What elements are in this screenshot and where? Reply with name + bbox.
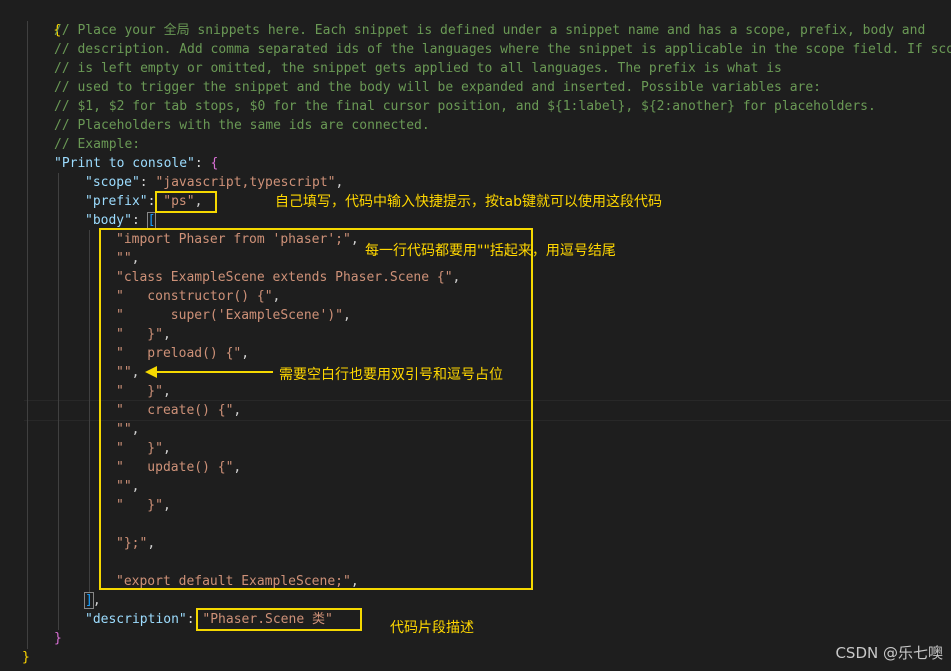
comment-line: // $1, $2 for tab stops, $0 for the fina… bbox=[54, 99, 876, 114]
arrow-line bbox=[155, 371, 273, 373]
body-close-bracket: ] bbox=[84, 592, 94, 609]
code-line: } bbox=[54, 629, 62, 648]
body-open-bracket: [ bbox=[146, 212, 157, 229]
comment-line: // used to trigger the snippet and the b… bbox=[54, 80, 822, 95]
body-close-line: ], bbox=[84, 592, 101, 609]
prefix-key: "prefix" bbox=[85, 194, 148, 209]
code-line: } bbox=[22, 648, 30, 667]
code-line: { bbox=[22, 2, 61, 38]
watermark: CSDN @乐七噢 bbox=[835, 644, 943, 662]
indent-guide bbox=[89, 230, 90, 592]
description-key: "description" bbox=[85, 612, 187, 627]
indent-guide bbox=[58, 173, 59, 630]
snippet-open-brace: { bbox=[210, 156, 219, 171]
snippet-name-line: "Print to console": { bbox=[54, 156, 219, 171]
empty-line-annotation: 需要空白行也要用双引号和逗号占位 bbox=[279, 367, 503, 383]
body-annotation: 每一行代码都要用""括起来，用逗号结尾 bbox=[365, 243, 616, 259]
comment-line: // Example: bbox=[54, 137, 141, 152]
indent-guide bbox=[27, 21, 28, 649]
body-highlight-box bbox=[99, 228, 533, 590]
comment-line: // description. Add comma separated ids … bbox=[54, 42, 951, 57]
description-highlight-box bbox=[196, 608, 362, 631]
prefix-highlight-box bbox=[155, 191, 217, 213]
comment-line: // Placeholders with the same ids are co… bbox=[54, 118, 430, 133]
comment-line: // is left empty or omitted, the snippet… bbox=[54, 61, 782, 76]
scope-value: "javascript,typescript" bbox=[155, 175, 336, 190]
snippet-name-key: "Print to console" bbox=[54, 156, 195, 171]
comment-line: // Place your 全局 snippets here. Each sni… bbox=[54, 23, 926, 38]
prefix-annotation: 自己填写，代码中输入快捷提示，按tab键就可以使用这段代码 bbox=[275, 194, 662, 210]
close-brace: } bbox=[22, 650, 30, 665]
snippet-close-brace: } bbox=[54, 631, 62, 646]
description-annotation: 代码片段描述 bbox=[390, 620, 474, 636]
scope-key: "scope" bbox=[85, 175, 140, 190]
scope-line: "scope": "javascript,typescript", bbox=[85, 175, 344, 190]
body-key: "body" bbox=[85, 213, 132, 228]
